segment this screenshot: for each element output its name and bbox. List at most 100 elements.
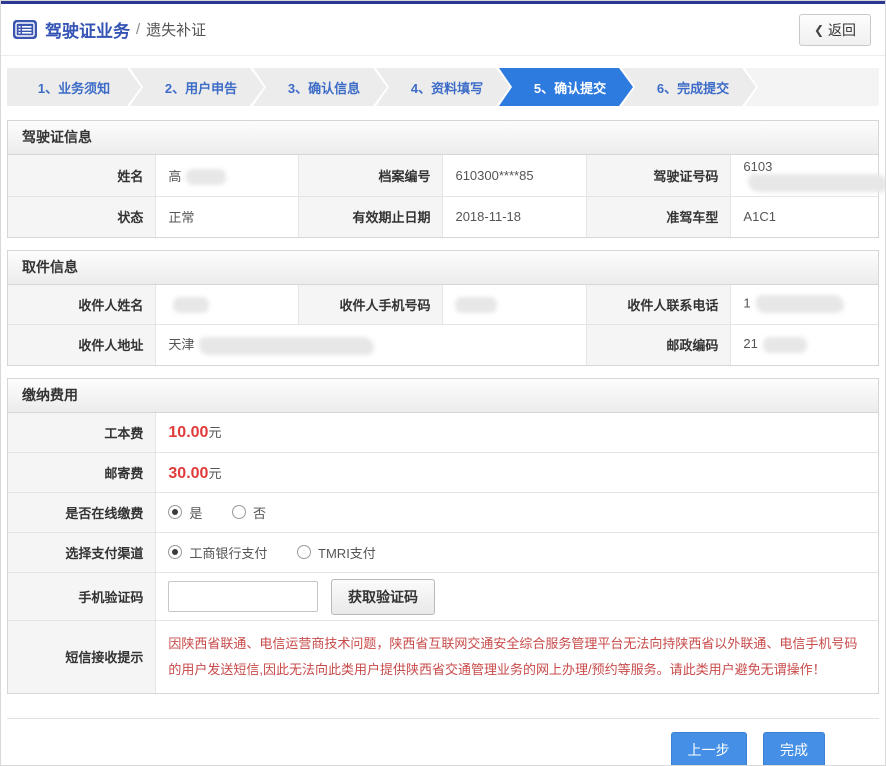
radio-checked-icon[interactable] bbox=[168, 545, 182, 559]
radio-unchecked-icon[interactable] bbox=[232, 505, 246, 519]
table-row: 收件人地址 天津 邮政编码 21 bbox=[8, 325, 878, 365]
postage-fee-value: 30.00元 bbox=[156, 453, 878, 493]
radio-label-yes: 是 bbox=[189, 503, 202, 522]
step-2-user-declaration[interactable]: 2、用户申告 bbox=[130, 68, 264, 106]
vehicle-type-label: 准驾车型 bbox=[587, 197, 731, 237]
radio-checked-icon[interactable] bbox=[168, 505, 182, 519]
step-3-confirm-info[interactable]: 3、确认信息 bbox=[253, 68, 387, 106]
payment-table: 工本费 10.00元 邮寄费 30.00元 是否在线缴费 是 bbox=[8, 413, 878, 693]
table-row: 短信接收提示 因陕西省联通、电信运营商技术问题，陕西省互联网交通安全综合服务管理… bbox=[8, 621, 878, 693]
cost-fee-value: 10.00元 bbox=[156, 413, 878, 453]
section-title-payment: 缴纳费用 bbox=[8, 379, 878, 413]
radio-option-yes[interactable]: 是 bbox=[168, 503, 202, 522]
step-5-confirm-submit[interactable]: 5、确认提交 bbox=[499, 68, 633, 106]
recipient-address-label: 收件人地址 bbox=[8, 325, 156, 365]
postage-fee-unit: 元 bbox=[208, 466, 221, 481]
postal-code-value: 21 bbox=[731, 325, 878, 365]
page-title: 驾驶证业务 bbox=[45, 17, 130, 42]
payment-channel-options: 工商银行支付 TMRI支付 bbox=[156, 533, 878, 573]
radio-option-no[interactable]: 否 bbox=[232, 503, 266, 522]
chevron-left-icon: ❮ bbox=[814, 23, 824, 37]
redacted-recipient-mobile bbox=[455, 297, 497, 313]
recipient-address-value: 天津 bbox=[156, 325, 587, 365]
recipient-mobile-value bbox=[443, 285, 587, 325]
postage-fee-amount: 30.00 bbox=[168, 465, 208, 482]
radio-label-no: 否 bbox=[253, 503, 266, 522]
table-row: 手机验证码 获取验证码 bbox=[8, 573, 878, 621]
redacted-recipient-name bbox=[173, 297, 209, 313]
recipient-phone-label: 收件人联系电话 bbox=[587, 285, 731, 325]
vehicle-type-value: A1C1 bbox=[731, 197, 878, 237]
redacted-recipient-phone bbox=[756, 295, 844, 313]
sms-notice-text: 因陕西省联通、电信运营商技术问题，陕西省互联网交通安全综合服务管理平台无法向持陕… bbox=[168, 631, 866, 682]
sms-notice-cell: 因陕西省联通、电信运营商技术问题，陕西省互联网交通安全综合服务管理平台无法向持陕… bbox=[156, 621, 878, 693]
license-info-table: 姓名 高 档案编号 610300****85 驾驶证号码 6103 状态 正常 … bbox=[8, 155, 878, 237]
license-no-label: 驾驶证号码 bbox=[587, 155, 731, 197]
captcha-input[interactable] bbox=[168, 581, 318, 612]
file-no-label: 档案编号 bbox=[299, 155, 443, 197]
table-row: 工本费 10.00元 bbox=[8, 413, 878, 453]
breadcrumb-divider: / bbox=[136, 21, 140, 38]
recipient-phone-value: 1 bbox=[731, 285, 878, 325]
postal-code-label: 邮政编码 bbox=[587, 325, 731, 365]
status-value: 正常 bbox=[156, 197, 299, 237]
header: 驾驶证业务 / 遗失补证 ❮ 返回 bbox=[1, 4, 885, 56]
breadcrumb: 驾驶证业务 / 遗失补证 bbox=[13, 17, 206, 42]
radio-option-tmri[interactable]: TMRI支付 bbox=[297, 543, 376, 562]
sms-notice-label: 短信接收提示 bbox=[8, 621, 156, 693]
redacted-license-no bbox=[748, 174, 886, 192]
step-6-complete-submit[interactable]: 6、完成提交 bbox=[622, 68, 756, 106]
table-row: 邮寄费 30.00元 bbox=[8, 453, 878, 493]
table-row: 收件人姓名 收件人手机号码 收件人联系电话 1 bbox=[8, 285, 878, 325]
radio-label-icbc: 工商银行支付 bbox=[189, 543, 267, 562]
status-label: 状态 bbox=[8, 197, 156, 237]
postage-fee-label: 邮寄费 bbox=[8, 453, 156, 493]
redacted-name bbox=[186, 169, 226, 185]
recipient-mobile-label: 收件人手机号码 bbox=[299, 285, 443, 325]
redacted-postal-code bbox=[763, 337, 807, 353]
payment-channel-label: 选择支付渠道 bbox=[8, 533, 156, 573]
online-payment-label: 是否在线缴费 bbox=[8, 493, 156, 533]
expiry-value: 2018-11-18 bbox=[443, 197, 587, 237]
page-subtitle: 遗失补证 bbox=[146, 19, 206, 40]
cost-fee-amount: 10.00 bbox=[168, 424, 208, 441]
get-verification-code-button[interactable]: 获取验证码 bbox=[331, 579, 435, 615]
pickup-info-table: 收件人姓名 收件人手机号码 收件人联系电话 1 收件人地址 天津 邮政编码 21 bbox=[8, 285, 878, 365]
radio-unchecked-icon[interactable] bbox=[297, 545, 311, 559]
cost-fee-label: 工本费 bbox=[8, 413, 156, 453]
step-1-business-notice[interactable]: 1、业务须知 bbox=[7, 68, 141, 106]
recipient-name-label: 收件人姓名 bbox=[8, 285, 156, 325]
cost-fee-unit: 元 bbox=[208, 425, 221, 440]
footer-actions: 上一步 完成 bbox=[7, 718, 879, 766]
step-4-fill-data[interactable]: 4、资料填写 bbox=[376, 68, 510, 106]
back-button[interactable]: ❮ 返回 bbox=[799, 14, 871, 46]
captcha-label: 手机验证码 bbox=[8, 573, 156, 621]
finish-button[interactable]: 完成 bbox=[763, 732, 825, 766]
radio-option-icbc[interactable]: 工商银行支付 bbox=[168, 543, 267, 562]
step-wizard: 1、业务须知 2、用户申告 3、确认信息 4、资料填写 5、确认提交 6、完成提… bbox=[7, 68, 879, 106]
captcha-field-cell: 获取验证码 bbox=[156, 573, 878, 621]
step-wizard-tail bbox=[745, 68, 879, 106]
name-label: 姓名 bbox=[8, 155, 156, 197]
section-pickup-info: 取件信息 收件人姓名 收件人手机号码 收件人联系电话 1 收件人地址 天津 邮政… bbox=[7, 250, 879, 366]
table-row: 选择支付渠道 工商银行支付 TMRI支付 bbox=[8, 533, 878, 573]
section-title-license: 驾驶证信息 bbox=[8, 121, 878, 155]
name-value: 高 bbox=[156, 155, 299, 197]
section-title-pickup: 取件信息 bbox=[8, 251, 878, 285]
license-no-value: 6103 bbox=[731, 155, 878, 197]
page: 驾驶证业务 / 遗失补证 ❮ 返回 1、业务须知 2、用户申告 3、确认信息 4… bbox=[0, 0, 886, 766]
radio-label-tmri: TMRI支付 bbox=[318, 543, 376, 562]
expiry-label: 有效期止日期 bbox=[299, 197, 443, 237]
table-row: 是否在线缴费 是 否 bbox=[8, 493, 878, 533]
form-list-icon bbox=[13, 20, 37, 39]
file-no-value: 610300****85 bbox=[443, 155, 587, 197]
table-row: 姓名 高 档案编号 610300****85 驾驶证号码 6103 bbox=[8, 155, 878, 197]
table-row: 状态 正常 有效期止日期 2018-11-18 准驾车型 A1C1 bbox=[8, 197, 878, 237]
redacted-recipient-address bbox=[199, 337, 374, 355]
section-license-info: 驾驶证信息 姓名 高 档案编号 610300****85 驾驶证号码 6103 … bbox=[7, 120, 879, 238]
section-payment-fees: 缴纳费用 工本费 10.00元 邮寄费 30.00元 是否在线缴费 bbox=[7, 378, 879, 694]
recipient-name-value bbox=[156, 285, 299, 325]
previous-step-button[interactable]: 上一步 bbox=[671, 732, 747, 766]
back-button-label: 返回 bbox=[828, 20, 856, 40]
online-payment-options: 是 否 bbox=[156, 493, 878, 533]
